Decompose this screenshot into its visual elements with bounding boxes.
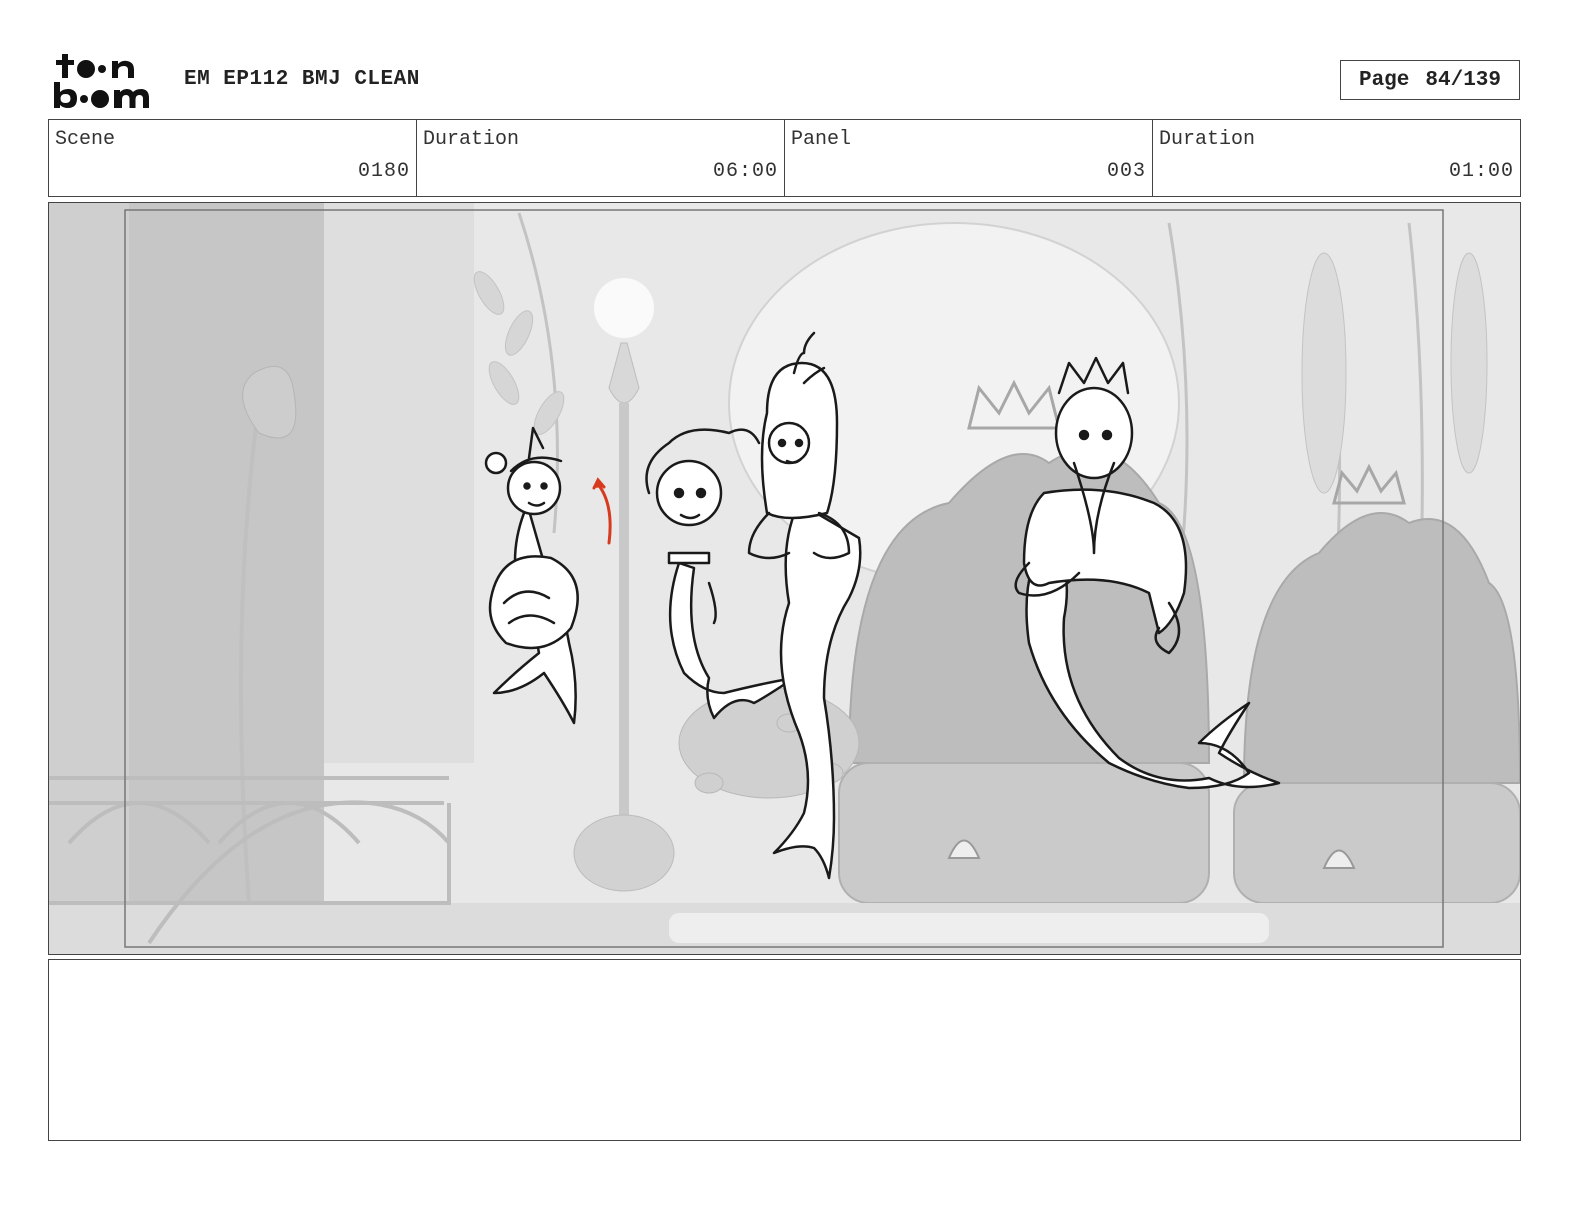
panel-duration-label: Duration bbox=[1159, 128, 1256, 151]
panel-value: 003 bbox=[1106, 160, 1146, 183]
document-title: EM EP112 BMJ CLEAN bbox=[184, 68, 420, 91]
scene-duration-value: 06:00 bbox=[712, 160, 778, 183]
toon-boom-logo bbox=[52, 52, 164, 110]
page-indicator: Page 84/139 bbox=[1340, 60, 1520, 100]
scene-info-table: Scene 0180 Duration 06:00 Panel 003 Dura… bbox=[48, 119, 1521, 197]
page-number: 84/139 bbox=[1425, 68, 1502, 92]
page-label: Page bbox=[1358, 68, 1410, 92]
scene-value: 0180 bbox=[357, 160, 410, 183]
scene-label: Scene bbox=[55, 128, 116, 151]
panel-notes-box bbox=[48, 959, 1521, 1141]
scene-duration-cell: Duration 06:00 bbox=[417, 120, 785, 196]
panel-label: Panel bbox=[791, 128, 852, 151]
scene-duration-label: Duration bbox=[423, 128, 520, 151]
panel-duration-cell: Duration 01:00 bbox=[1153, 120, 1520, 196]
scene-cell: Scene 0180 bbox=[49, 120, 417, 196]
panel-duration-value: 01:00 bbox=[1448, 160, 1514, 183]
storyboard-panel-image bbox=[48, 202, 1521, 955]
panel-cell: Panel 003 bbox=[785, 120, 1153, 196]
